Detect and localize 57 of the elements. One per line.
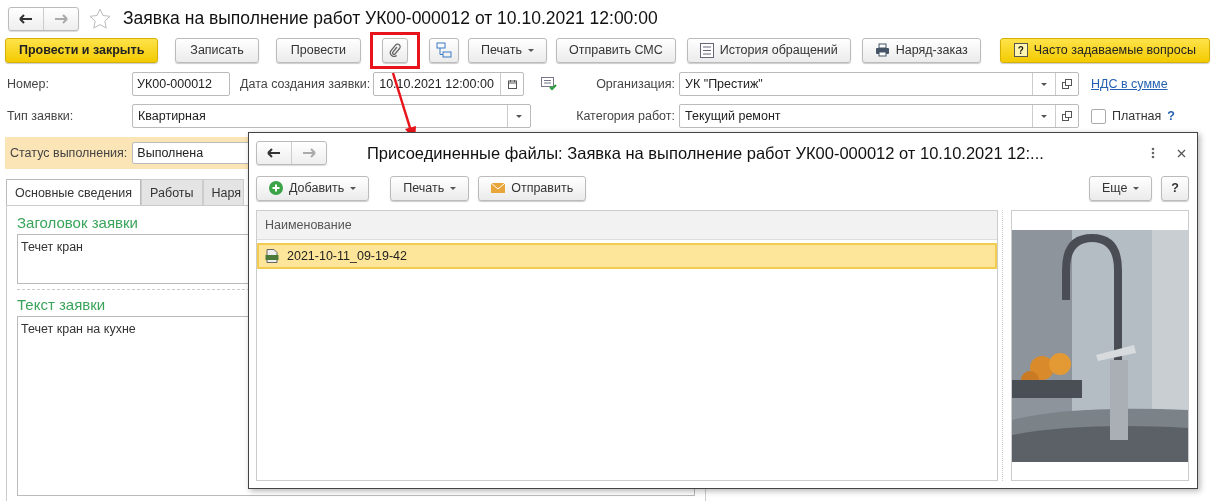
field-label: Дата создания заявки:: [240, 77, 371, 91]
work-order-button[interactable]: Наряд-заказ: [861, 37, 981, 63]
request-type-field[interactable]: Квартирная: [132, 104, 531, 128]
checkbox-label: Платная: [1112, 109, 1162, 123]
more-button[interactable]: Еще: [1088, 175, 1153, 201]
toolbar-button[interactable]: Записать: [175, 37, 259, 63]
post-close-button[interactable]: Провести и закрыть: [5, 37, 159, 63]
attach-button[interactable]: [382, 37, 409, 63]
field-label: Организация:: [595, 77, 676, 91]
column-header[interactable]: Наименование: [257, 218, 352, 232]
dialog-title: Присоединенные файлы: Заявка на выполнение работ УК00-000012 от 10.10.2021 12:...: [367, 143, 1045, 163]
toolbar-button[interactable]: Провести: [275, 37, 362, 63]
arrow-left-icon: [19, 13, 33, 24]
section-title: Текст заявки: [17, 296, 106, 313]
tab[interactable]: Наря: [202, 179, 245, 205]
print-menu-button[interactable]: Печать: [390, 175, 470, 201]
send-button[interactable]: Отправить: [478, 175, 587, 201]
envelope-icon: [491, 183, 506, 193]
open-icon: [1062, 111, 1072, 121]
more-icon[interactable]: [1151, 147, 1155, 159]
list-icon: [699, 42, 714, 58]
history-button[interactable]: История обращений: [686, 37, 851, 63]
tab[interactable]: Основные сведения: [6, 179, 142, 205]
help-link[interactable]: ?: [1167, 109, 1175, 123]
faq-button[interactable]: ? Часто задаваемые вопросы: [999, 37, 1210, 63]
help-icon: ?: [1013, 43, 1028, 57]
toolbar-button[interactable]: Отправить СМС: [556, 37, 676, 63]
close-icon[interactable]: [1177, 148, 1186, 158]
printer-icon: [874, 43, 890, 57]
field-label: Тип заявки:: [7, 109, 75, 123]
paperclip-icon: [389, 43, 402, 57]
print-menu-button[interactable]: Печать: [468, 37, 547, 63]
arrow-right-icon: [302, 148, 316, 158]
vat-link[interactable]: НДС в сумме: [1091, 77, 1211, 91]
field-label: Номер:: [7, 77, 50, 91]
field-label: Статус выполнения:: [10, 146, 128, 160]
tab[interactable]: Работы: [141, 179, 203, 205]
number-field[interactable]: УК00-000012: [132, 72, 230, 96]
window-title: Заявка на выполнение работ УК00-000012 от 10.10.2021 12:00:00: [123, 8, 658, 29]
table-cell: 2021-10-11_09-19-42: [287, 249, 407, 263]
image-file-icon: [265, 249, 279, 263]
structure-icon: [436, 42, 453, 58]
organization-field[interactable]: УК "Престиж": [679, 72, 1079, 96]
add-button[interactable]: Добавить: [256, 175, 370, 201]
document-check-icon[interactable]: [540, 77, 557, 91]
section-title: Заголовок заявки: [17, 214, 138, 231]
help-button[interactable]: ?: [1161, 175, 1189, 201]
calendar-icon: [507, 79, 517, 89]
field-label: Категория работ:: [575, 109, 676, 123]
arrow-right-icon: [54, 13, 68, 24]
open-icon: [1062, 79, 1072, 89]
table-row[interactable]: 2021-10-11_09-19-42: [257, 243, 997, 269]
category-field[interactable]: Текущий ремонт: [679, 104, 1079, 128]
star-icon[interactable]: [89, 8, 111, 29]
plus-circle-icon: [269, 181, 283, 195]
arrow-left-icon: [267, 148, 281, 158]
paid-checkbox[interactable]: [1091, 108, 1106, 124]
